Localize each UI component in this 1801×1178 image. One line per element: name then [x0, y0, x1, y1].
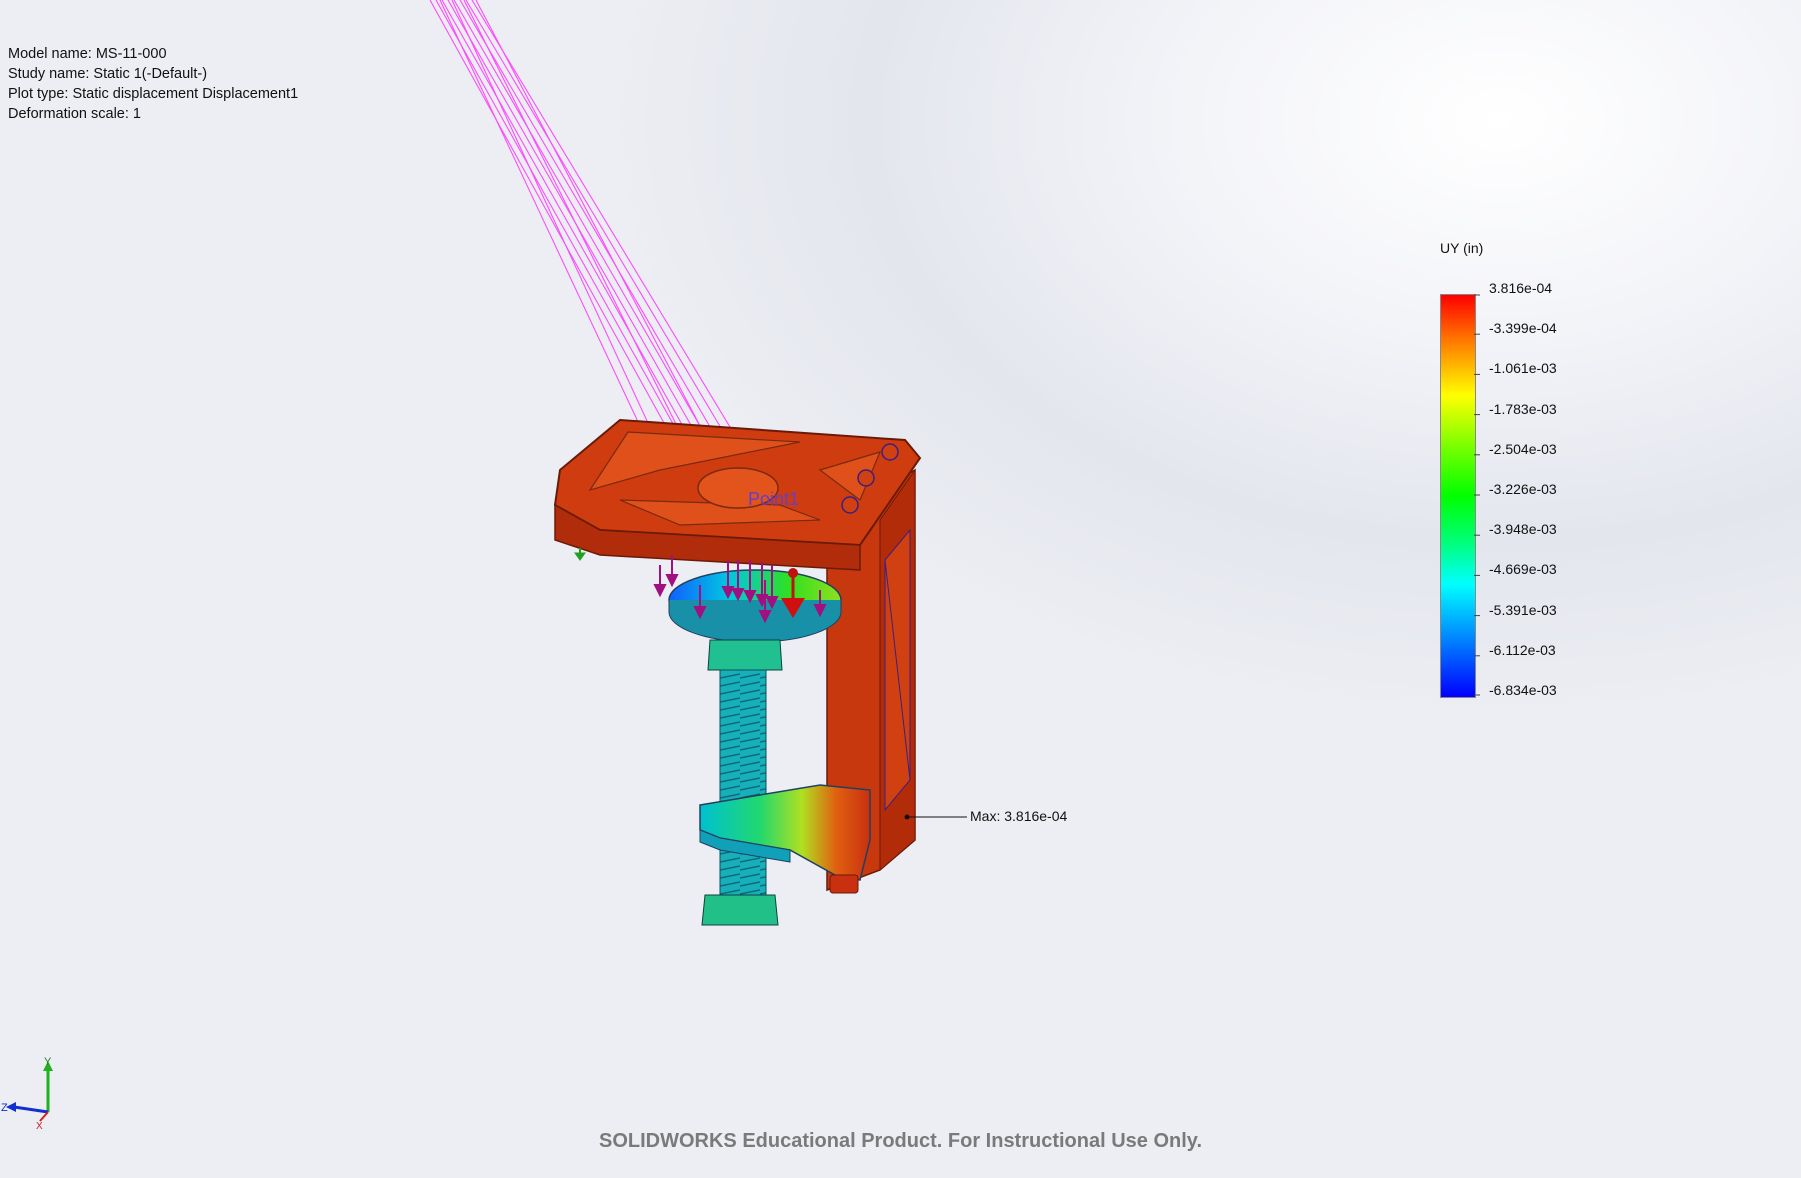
legend-value-7: -4.669e-03	[1489, 561, 1557, 578]
triad-z-label: Z	[1, 1102, 8, 1114]
legend-value-4: -2.504e-03	[1489, 440, 1557, 457]
legend-color-bar[interactable]	[1440, 294, 1476, 698]
watermark-text: SOLIDWORKS Educational Product. For Inst…	[598, 1130, 1203, 1152]
legend-value-2: -1.061e-03	[1489, 360, 1557, 377]
screw-nut-top	[707, 639, 783, 671]
legend-value-10: -6.834e-03	[1489, 682, 1557, 698]
legend-value-5: -3.226e-03	[1489, 481, 1557, 497]
legend-value-0: 3.816e-04	[1489, 280, 1553, 296]
triad-y-label: Y	[44, 1056, 52, 1068]
max-probe-label[interactable]: Max: 3.816e-04	[970, 808, 1067, 824]
legend-value-6: -3.948e-03	[1489, 521, 1557, 538]
graphics-viewport[interactable]: Model name: MS-11-000 Study name: Static…	[0, 0, 1801, 1178]
reference-triad[interactable]: Y Z X	[0, 1055, 60, 1130]
point-label: Point1	[748, 489, 799, 509]
screw-nut-bottom	[701, 894, 779, 926]
legend-value-1: -3.399e-04	[1489, 320, 1557, 337]
legend-title: UY (in)	[1440, 240, 1484, 256]
legend-value-8: -5.391e-03	[1489, 601, 1557, 618]
remote-load-lines	[429, 0, 763, 499]
legend-ticks	[1474, 294, 1480, 696]
legend-value-3: -1.783e-03	[1489, 400, 1557, 417]
legend-value-9: -6.112e-03	[1489, 641, 1556, 658]
triad-x-label: X	[36, 1121, 43, 1130]
model-render[interactable]: Point1	[0, 0, 1801, 1178]
